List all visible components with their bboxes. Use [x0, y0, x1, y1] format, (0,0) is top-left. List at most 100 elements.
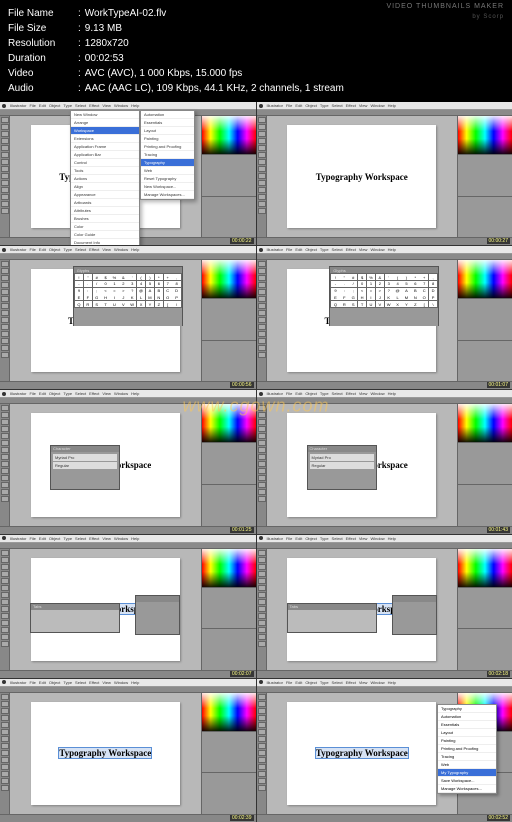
- glyph-cell[interactable]: .: [340, 281, 348, 287]
- glyph-cell[interactable]: V: [119, 301, 127, 307]
- color-picker-panel[interactable]: [202, 549, 256, 587]
- glyph-cell[interactable]: D: [429, 288, 437, 294]
- color-picker-panel[interactable]: [458, 116, 512, 154]
- tool-button[interactable]: [1, 296, 9, 302]
- dropdown-item[interactable]: Extensions: [71, 135, 139, 143]
- tool-button[interactable]: [1, 117, 9, 123]
- glyph-cell[interactable]: J: [376, 294, 384, 300]
- menu-item[interactable]: Illustrator: [10, 680, 26, 685]
- glyph-cell[interactable]: &: [376, 274, 384, 280]
- tool-button[interactable]: [1, 303, 9, 309]
- menu-item[interactable]: Illustrator: [10, 391, 26, 396]
- workspace-submenu[interactable]: AutomationEssentialsLayoutPaintingPrinti…: [140, 110, 195, 200]
- tool-button[interactable]: [1, 345, 9, 351]
- tool-button[interactable]: [258, 482, 266, 488]
- menu-item[interactable]: Effect: [346, 680, 356, 685]
- menu-item[interactable]: Help: [131, 103, 139, 108]
- glyph-cell[interactable]: 5: [146, 281, 154, 287]
- glyph-cell[interactable]: Q: [331, 301, 339, 307]
- glyph-cell[interactable]: N: [411, 294, 419, 300]
- glyph-cell[interactable]: 4: [393, 281, 401, 287]
- tool-button[interactable]: [258, 338, 266, 344]
- panel-header[interactable]: [393, 596, 436, 602]
- glyph-cell[interactable]: :: [340, 288, 348, 294]
- glyph-cell[interactable]: H: [358, 294, 366, 300]
- submenu-item[interactable]: Web: [141, 167, 194, 175]
- menu-item[interactable]: Edit: [295, 391, 302, 396]
- tool-button[interactable]: [1, 194, 9, 200]
- tool-button[interactable]: [1, 606, 9, 612]
- tabs-panel[interactable]: Tabs: [30, 603, 120, 633]
- tool-button[interactable]: [258, 166, 266, 172]
- tool-button[interactable]: [258, 124, 266, 130]
- panel-section[interactable]: [458, 340, 512, 382]
- glyph-cell[interactable]: ;: [349, 288, 357, 294]
- menu-item[interactable]: View: [102, 680, 111, 685]
- menu-item[interactable]: View: [102, 536, 111, 541]
- menu-item[interactable]: Type: [63, 103, 72, 108]
- glyphs-panel[interactable]: Glyphs!"#$%&'()*+,-./0123456789:;<=>?@AB…: [329, 266, 439, 326]
- glyph-cell[interactable]: U: [110, 301, 118, 307]
- context-item[interactable]: Manage Workspaces...: [438, 785, 496, 793]
- tool-button[interactable]: [1, 778, 9, 784]
- menu-item[interactable]: Window: [370, 247, 384, 252]
- dropdown-item[interactable]: Document Info: [71, 239, 139, 245]
- glyph-cell[interactable]: ': [385, 274, 393, 280]
- artboard-text[interactable]: Typography Workspace: [59, 748, 151, 758]
- tool-button[interactable]: [258, 310, 266, 316]
- tool-button[interactable]: [1, 489, 9, 495]
- glyph-cell[interactable]: $: [358, 274, 366, 280]
- menu-item[interactable]: File: [286, 391, 292, 396]
- menu-item[interactable]: Type: [63, 247, 72, 252]
- color-picker-panel[interactable]: [458, 260, 512, 298]
- tool-button[interactable]: [1, 468, 9, 474]
- glyph-cell[interactable]: C: [420, 288, 428, 294]
- glyph-cell[interactable]: <: [358, 288, 366, 294]
- glyph-cell[interactable]: %: [110, 274, 118, 280]
- tool-button[interactable]: [258, 757, 266, 763]
- glyph-cell[interactable]: Q: [75, 301, 83, 307]
- tool-button[interactable]: [1, 145, 9, 151]
- thumbnail[interactable]: IllustratorFileEditObjectTypeSelectEffec…: [257, 535, 512, 678]
- glyph-cell[interactable]: Z: [155, 301, 163, 307]
- menu-item[interactable]: Object: [305, 247, 317, 252]
- tool-button[interactable]: [1, 187, 9, 193]
- thumbnail[interactable]: IllustratorFileEditObjectTypeSelectEffec…: [0, 390, 256, 533]
- tool-button[interactable]: [258, 159, 266, 165]
- tool-button[interactable]: [258, 405, 266, 411]
- character-panel[interactable]: CharacterMyriad ProRegular: [50, 445, 120, 490]
- canvas[interactable]: Typography Workspace: [10, 693, 201, 814]
- panel-section[interactable]: [458, 442, 512, 484]
- color-picker-panel[interactable]: [202, 116, 256, 154]
- tool-button[interactable]: [258, 641, 266, 647]
- tool-button[interactable]: [258, 729, 266, 735]
- tool-button[interactable]: [258, 564, 266, 570]
- tool-button[interactable]: [1, 771, 9, 777]
- tool-button[interactable]: [258, 489, 266, 495]
- tool-button[interactable]: [258, 736, 266, 742]
- glyph-cell[interactable]: 6: [411, 281, 419, 287]
- menu-item[interactable]: Window: [370, 391, 384, 396]
- glyph-cell[interactable]: +: [164, 274, 172, 280]
- glyph-cell[interactable]: ): [146, 274, 154, 280]
- tool-button[interactable]: [1, 592, 9, 598]
- tool-button[interactable]: [258, 138, 266, 144]
- tool-button[interactable]: [258, 550, 266, 556]
- tool-button[interactable]: [1, 419, 9, 425]
- glyph-cell[interactable]: F: [84, 294, 92, 300]
- tool-button[interactable]: [258, 771, 266, 777]
- glyph-cell[interactable]: 8: [429, 281, 437, 287]
- menu-item[interactable]: Object: [305, 391, 317, 396]
- tool-button[interactable]: [258, 426, 266, 432]
- tool-button[interactable]: [258, 187, 266, 193]
- submenu-item[interactable]: Manage Workspaces...: [141, 191, 194, 199]
- glyph-cell[interactable]: Z: [411, 301, 419, 307]
- context-item[interactable]: Painting: [438, 737, 496, 745]
- glyph-cell[interactable]: L: [137, 294, 145, 300]
- tool-button[interactable]: [258, 722, 266, 728]
- glyph-cell[interactable]: C: [164, 288, 172, 294]
- glyph-cell[interactable]: N: [155, 294, 163, 300]
- menu-item[interactable]: Effect: [346, 536, 356, 541]
- panel-section[interactable]: [202, 731, 256, 773]
- tool-button[interactable]: [1, 694, 9, 700]
